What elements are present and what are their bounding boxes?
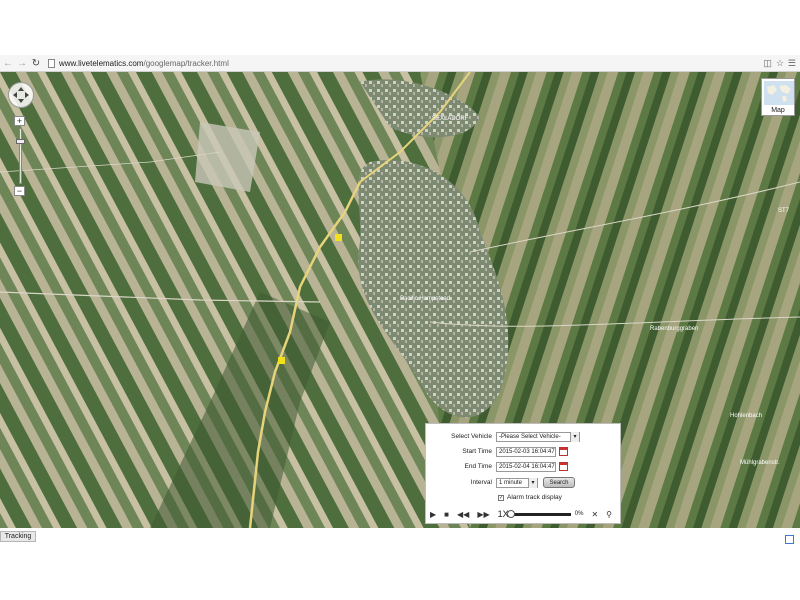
pan-arrows-icon — [13, 87, 29, 103]
search-button-label: Search — [549, 479, 569, 486]
page-icon — [48, 58, 55, 68]
search-icon[interactable]: ⚲ — [606, 510, 612, 519]
pan-control[interactable] — [8, 82, 34, 108]
end-time-value: 2015-02-04 16:04:47 — [499, 463, 555, 470]
chevron-down-icon: ▾ — [570, 431, 579, 442]
satellite-imagery: SEXLADORF Pacific Hampstead Rabenburggra… — [0, 72, 800, 528]
map-type-label: Map — [771, 107, 785, 114]
map-label-area-right: Rabenburggraben — [650, 326, 698, 332]
top-blank-area — [0, 0, 800, 55]
url-field[interactable]: www.livetelematics.com/googlemap/tracker… — [48, 57, 229, 70]
playback-progress-bar[interactable] — [506, 509, 571, 518]
calendar-icon[interactable] — [559, 462, 568, 471]
status-bar: Tracking — [0, 528, 800, 600]
interval-label: Interval — [470, 479, 492, 486]
interval-select-value: 1 minute — [499, 479, 523, 486]
alarm-track-label: Alarm track display — [507, 494, 562, 501]
tracking-panel: Select Vehicle -Please Select Vehicle- ▾… — [425, 423, 621, 524]
alarm-track-checkbox[interactable]: ✓ — [498, 494, 504, 501]
map-label-road-se: Mühlgrabenstr. — [740, 460, 780, 466]
zoom-in-button[interactable]: + — [14, 116, 25, 126]
reload-icon[interactable]: ↻ — [30, 56, 42, 70]
stop-icon[interactable]: ■ — [444, 510, 449, 519]
start-time-label: Start Time — [462, 448, 492, 455]
vehicle-select[interactable]: -Please Select Vehicle- ▾ — [496, 431, 580, 442]
road-marker-icon — [278, 357, 285, 364]
tracking-tab-label: Tracking — [4, 533, 32, 540]
map-type-button[interactable]: Map — [761, 78, 795, 116]
world-map-icon — [767, 85, 791, 102]
chevron-down-icon: ▾ — [528, 477, 537, 488]
rewind-icon[interactable]: ◀◀ — [457, 510, 469, 519]
interval-select[interactable]: 1 minute ▾ — [496, 477, 538, 488]
playback-controls: ▶ ■ ◀◀ ▶▶ 1X 0% ✕ ⚲ — [430, 508, 620, 520]
search-button[interactable]: Search — [543, 477, 575, 488]
calendar-icon[interactable] — [559, 447, 568, 456]
playback-percent: 0% — [574, 511, 584, 517]
map-label-town-center: Pacific Hampstead — [400, 296, 450, 302]
back-arrow-icon[interactable]: ← — [2, 56, 14, 70]
start-time-value: 2015-02-03 16:04:47 — [499, 448, 555, 455]
select-vehicle-label: Select Vehicle — [451, 433, 492, 440]
satellite-map[interactable]: SEXLADORF Pacific Hampstead Rabenburggra… — [0, 72, 800, 528]
menu-icon[interactable]: ☰ — [788, 58, 796, 69]
end-time-input[interactable]: 2015-02-04 16:04:47 — [496, 461, 556, 472]
map-label-town-north: SEXLADORF — [432, 116, 469, 122]
zoom-slider[interactable] — [15, 128, 25, 184]
vehicle-select-value: -Please Select Vehicle- — [499, 433, 561, 440]
start-time-input[interactable]: 2015-02-03 16:04:47 — [496, 446, 556, 457]
end-time-label: End Time — [464, 463, 492, 470]
zoom-out-button[interactable]: − — [14, 186, 25, 196]
url-path: /googlemap/tracker.html — [143, 58, 229, 68]
url-host: www.livetelematics.com — [59, 58, 144, 68]
playback-progress-knob[interactable] — [506, 509, 515, 518]
play-icon[interactable]: ▶ — [430, 510, 436, 519]
close-icon[interactable]: ✕ — [591, 510, 598, 519]
forward-arrow-icon[interactable]: → — [16, 56, 28, 70]
tracking-tab[interactable]: Tracking — [0, 531, 36, 542]
map-label-road-east: ST7 — [778, 208, 790, 214]
zoom-slider-thumb[interactable] — [15, 139, 25, 144]
browser-address-bar: ← → ↻ www.livetelematics.com/googlemap/t… — [0, 55, 800, 72]
road-marker-icon — [335, 234, 342, 241]
external-link-icon[interactable] — [785, 535, 794, 544]
zoom-control: + − — [14, 116, 26, 198]
bookmark-star-icon[interactable]: ☆ — [776, 58, 784, 69]
fast-forward-icon[interactable]: ▶▶ — [477, 510, 489, 519]
map-type-thumbnail — [764, 81, 794, 105]
map-label-area-right2: Hohlenbach — [730, 413, 762, 419]
page-action-icon[interactable]: ◫ — [763, 58, 772, 69]
